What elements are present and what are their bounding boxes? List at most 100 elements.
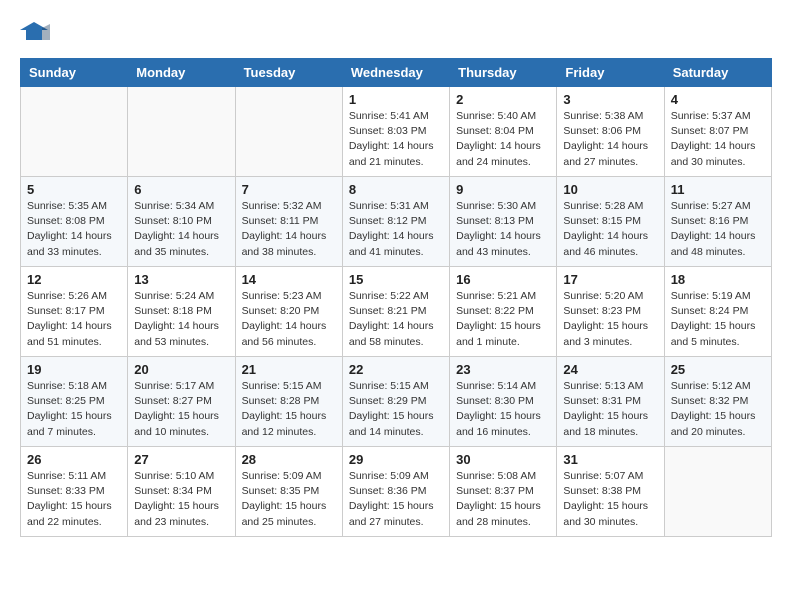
day-number: 7 [242, 182, 336, 197]
day-number: 18 [671, 272, 765, 287]
calendar-cell: 16Sunrise: 5:21 AMSunset: 8:22 PMDayligh… [450, 267, 557, 357]
calendar-cell: 28 Sunrise: 5:09 AMSunset: 8:35 PMDayligh… [235, 447, 342, 537]
calendar-body: 1Sunrise: 5:41 AMSunset: 8:03 PMDaylight… [21, 87, 772, 537]
day-number: 10 [563, 182, 657, 197]
calendar-cell: 18 Sunrise: 5:19 AMSunset: 8:24 PMDayligh… [664, 267, 771, 357]
calendar-cell: 7 Sunrise: 5:32 AMSunset: 8:11 PMDaylight… [235, 177, 342, 267]
day-info: Sunrise: 5:14 AMSunset: 8:30 PMDaylight:… [456, 379, 550, 440]
day-number: 21 [242, 362, 336, 377]
day-info: Sunrise: 5:11 AMSunset: 8:33 PMDaylight:… [27, 469, 121, 530]
day-info: Sunrise: 5:31 AMSunset: 8:12 PMDaylight:… [349, 199, 443, 260]
day-info: Sunrise: 5:22 AMSunset: 8:21 PMDaylight:… [349, 289, 443, 350]
weekday-header-wednesday: Wednesday [342, 59, 449, 87]
calendar-cell: 13 Sunrise: 5:24 AMSunset: 8:18 PMDayligh… [128, 267, 235, 357]
day-info: Sunrise: 5:10 AMSunset: 8:34 PMDaylight:… [134, 469, 228, 530]
calendar-cell: 21 Sunrise: 5:15 AMSunset: 8:28 PMDayligh… [235, 357, 342, 447]
day-number: 12 [27, 272, 121, 287]
calendar-cell: 6 Sunrise: 5:34 AMSunset: 8:10 PMDaylight… [128, 177, 235, 267]
day-info: Sunrise: 5:35 AMSunset: 8:08 PMDaylight:… [27, 199, 121, 260]
day-number: 13 [134, 272, 228, 287]
calendar-cell: 17Sunrise: 5:20 AMSunset: 8:23 PMDayligh… [557, 267, 664, 357]
calendar-week-5: 26 Sunrise: 5:11 AMSunset: 8:33 PMDayligh… [21, 447, 772, 537]
calendar-cell: 22 Sunrise: 5:15 AMSunset: 8:29 PMDayligh… [342, 357, 449, 447]
day-info: Sunrise: 5:12 AMSunset: 8:32 PMDaylight:… [671, 379, 765, 440]
day-number: 28 [242, 452, 336, 467]
day-info: Sunrise: 5:30 AMSunset: 8:13 PMDaylight:… [456, 199, 550, 260]
day-number: 29 [349, 452, 443, 467]
day-info: Sunrise: 5:20 AMSunset: 8:23 PMDaylight:… [563, 289, 657, 350]
day-info: Sunrise: 5:32 AMSunset: 8:11 PMDaylight:… [242, 199, 336, 260]
day-number: 15 [349, 272, 443, 287]
day-number: 23 [456, 362, 550, 377]
day-number: 25 [671, 362, 765, 377]
calendar-cell: 30 Sunrise: 5:08 AMSunset: 8:37 PMDayligh… [450, 447, 557, 537]
day-info: Sunrise: 5:17 AMSunset: 8:27 PMDaylight:… [134, 379, 228, 440]
day-number: 19 [27, 362, 121, 377]
day-number: 3 [563, 92, 657, 107]
calendar-cell: 14Sunrise: 5:23 AMSunset: 8:20 PMDayligh… [235, 267, 342, 357]
calendar-cell: 3 Sunrise: 5:38 AMSunset: 8:06 PMDaylight… [557, 87, 664, 177]
weekday-header-thursday: Thursday [450, 59, 557, 87]
day-number: 27 [134, 452, 228, 467]
weekday-header-saturday: Saturday [664, 59, 771, 87]
day-info: Sunrise: 5:13 AMSunset: 8:31 PMDaylight:… [563, 379, 657, 440]
day-info: Sunrise: 5:07 AMSunset: 8:38 PMDaylight:… [563, 469, 657, 530]
day-info: Sunrise: 5:09 AMSunset: 8:35 PMDaylight:… [242, 469, 336, 530]
day-info: Sunrise: 5:21 AMSunset: 8:22 PMDaylight:… [456, 289, 550, 350]
calendar-table: SundayMondayTuesdayWednesdayThursdayFrid… [20, 58, 772, 537]
calendar-cell [128, 87, 235, 177]
calendar-cell: 8 Sunrise: 5:31 AMSunset: 8:12 PMDaylight… [342, 177, 449, 267]
day-number: 2 [456, 92, 550, 107]
day-number: 6 [134, 182, 228, 197]
calendar-cell: 5Sunrise: 5:35 AMSunset: 8:08 PMDaylight… [21, 177, 128, 267]
calendar-week-1: 1Sunrise: 5:41 AMSunset: 8:03 PMDaylight… [21, 87, 772, 177]
calendar-cell: 26 Sunrise: 5:11 AMSunset: 8:33 PMDayligh… [21, 447, 128, 537]
day-number: 9 [456, 182, 550, 197]
calendar-cell [664, 447, 771, 537]
day-info: Sunrise: 5:41 AMSunset: 8:03 PMDaylight:… [349, 109, 443, 170]
calendar-week-4: 19 Sunrise: 5:18 AMSunset: 8:25 PMDayligh… [21, 357, 772, 447]
day-info: Sunrise: 5:15 AMSunset: 8:28 PMDaylight:… [242, 379, 336, 440]
calendar-cell: 12 Sunrise: 5:26 AMSunset: 8:17 PMDayligh… [21, 267, 128, 357]
day-number: 11 [671, 182, 765, 197]
page-header [20, 20, 772, 42]
day-info: Sunrise: 5:27 AMSunset: 8:16 PMDaylight:… [671, 199, 765, 260]
calendar-cell: 9 Sunrise: 5:30 AMSunset: 8:13 PMDaylight… [450, 177, 557, 267]
calendar-cell: 19 Sunrise: 5:18 AMSunset: 8:25 PMDayligh… [21, 357, 128, 447]
day-number: 22 [349, 362, 443, 377]
day-info: Sunrise: 5:19 AMSunset: 8:24 PMDaylight:… [671, 289, 765, 350]
calendar-cell: 24 Sunrise: 5:13 AMSunset: 8:31 PMDayligh… [557, 357, 664, 447]
logo-icon [20, 20, 50, 42]
day-number: 24 [563, 362, 657, 377]
calendar-cell: 27 Sunrise: 5:10 AMSunset: 8:34 PMDayligh… [128, 447, 235, 537]
calendar-cell: 15 Sunrise: 5:22 AMSunset: 8:21 PMDayligh… [342, 267, 449, 357]
day-info: Sunrise: 5:15 AMSunset: 8:29 PMDaylight:… [349, 379, 443, 440]
day-info: Sunrise: 5:24 AMSunset: 8:18 PMDaylight:… [134, 289, 228, 350]
day-info: Sunrise: 5:34 AMSunset: 8:10 PMDaylight:… [134, 199, 228, 260]
day-info: Sunrise: 5:09 AMSunset: 8:36 PMDaylight:… [349, 469, 443, 530]
calendar-cell: 10Sunrise: 5:28 AMSunset: 8:15 PMDayligh… [557, 177, 664, 267]
calendar-cell: 25 Sunrise: 5:12 AMSunset: 8:32 PMDayligh… [664, 357, 771, 447]
day-number: 30 [456, 452, 550, 467]
day-number: 8 [349, 182, 443, 197]
weekday-header-friday: Friday [557, 59, 664, 87]
calendar-week-3: 12 Sunrise: 5:26 AMSunset: 8:17 PMDayligh… [21, 267, 772, 357]
calendar-cell: 23 Sunrise: 5:14 AMSunset: 8:30 PMDayligh… [450, 357, 557, 447]
day-number: 20 [134, 362, 228, 377]
logo [20, 20, 58, 42]
day-info: Sunrise: 5:40 AMSunset: 8:04 PMDaylight:… [456, 109, 550, 170]
day-number: 26 [27, 452, 121, 467]
day-info: Sunrise: 5:08 AMSunset: 8:37 PMDaylight:… [456, 469, 550, 530]
calendar-cell: 2 Sunrise: 5:40 AMSunset: 8:04 PMDaylight… [450, 87, 557, 177]
day-info: Sunrise: 5:18 AMSunset: 8:25 PMDaylight:… [27, 379, 121, 440]
calendar-cell [235, 87, 342, 177]
weekday-header-tuesday: Tuesday [235, 59, 342, 87]
day-number: 31 [563, 452, 657, 467]
day-number: 4 [671, 92, 765, 107]
calendar-week-2: 5Sunrise: 5:35 AMSunset: 8:08 PMDaylight… [21, 177, 772, 267]
calendar-cell: 29 Sunrise: 5:09 AMSunset: 8:36 PMDayligh… [342, 447, 449, 537]
day-info: Sunrise: 5:37 AMSunset: 8:07 PMDaylight:… [671, 109, 765, 170]
day-info: Sunrise: 5:26 AMSunset: 8:17 PMDaylight:… [27, 289, 121, 350]
weekday-header-row: SundayMondayTuesdayWednesdayThursdayFrid… [21, 59, 772, 87]
day-info: Sunrise: 5:38 AMSunset: 8:06 PMDaylight:… [563, 109, 657, 170]
